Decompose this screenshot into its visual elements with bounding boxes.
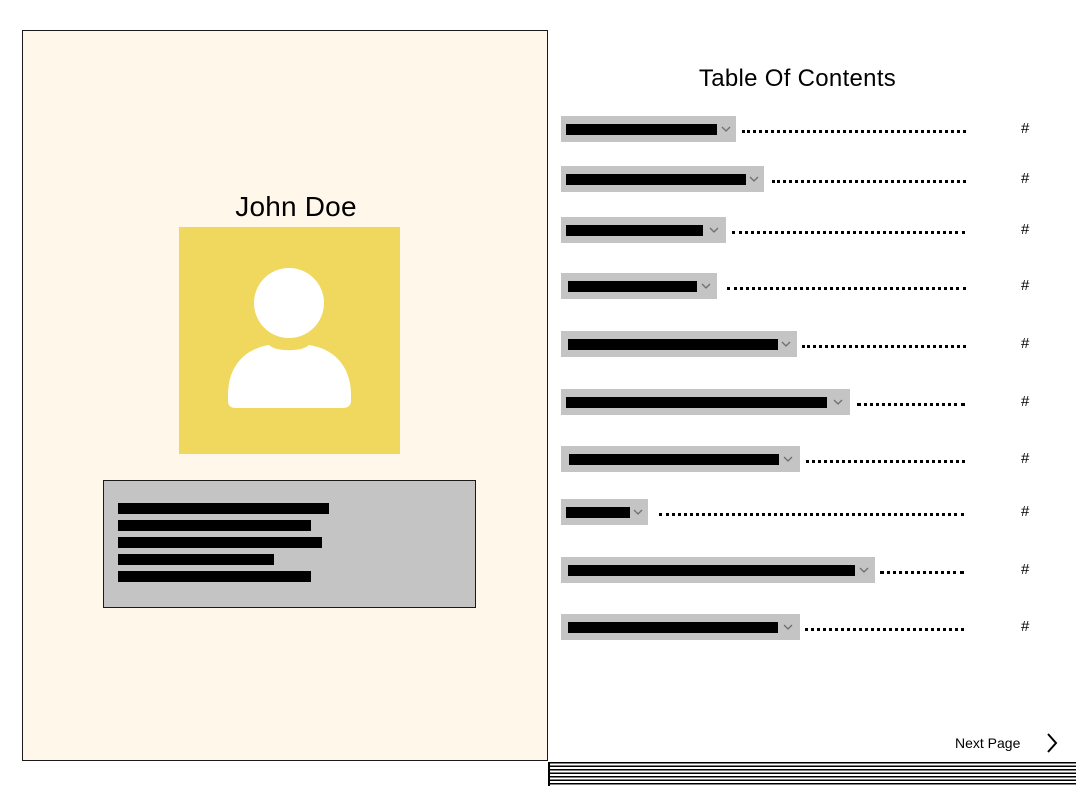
redacted-text-line <box>118 571 311 582</box>
toc-entry-dropdown[interactable] <box>561 116 736 142</box>
redacted-entry-title <box>566 225 703 236</box>
toc-leader-dots <box>857 403 965 406</box>
toc-page-number: # <box>1021 277 1030 294</box>
toc-page-number: # <box>1021 120 1030 137</box>
page-stack-edge <box>548 762 1076 786</box>
toc-leader-dots <box>727 287 966 290</box>
redacted-entry-title <box>568 622 778 633</box>
toc-leader-dots <box>806 460 965 463</box>
toc-page-number: # <box>1021 450 1030 467</box>
chevron-down-icon <box>783 624 793 630</box>
profile-name: John Doe <box>235 191 357 222</box>
chevron-down-icon <box>783 456 793 462</box>
toc-page-number: # <box>1021 170 1030 187</box>
chevron-down-icon <box>721 126 731 132</box>
redacted-entry-title <box>566 507 630 518</box>
toc-entry: # <box>561 331 1061 357</box>
redacted-text-line <box>118 537 322 548</box>
chevron-down-icon <box>859 567 869 573</box>
toc-entry-dropdown[interactable] <box>561 499 648 525</box>
toc-page-number: # <box>1021 221 1030 238</box>
avatar <box>179 227 400 454</box>
toc-entry-dropdown[interactable] <box>561 331 797 357</box>
redacted-text-line <box>118 503 329 514</box>
chevron-down-icon <box>749 176 759 182</box>
toc-page-number: # <box>1021 618 1030 635</box>
toc-entry-dropdown[interactable] <box>561 389 850 415</box>
redacted-entry-title <box>568 339 778 350</box>
toc-leader-dots <box>802 345 966 348</box>
toc-entry: # <box>561 217 1061 243</box>
redacted-text-line <box>118 554 274 565</box>
redacted-entry-title <box>566 174 746 185</box>
toc-page-number: # <box>1021 393 1030 410</box>
toc-entry-dropdown[interactable] <box>561 217 726 243</box>
bio-text-block <box>103 480 476 608</box>
chevron-down-icon <box>701 283 711 289</box>
toc-entry: # <box>561 116 1061 142</box>
toc-leader-dots <box>805 628 964 631</box>
next-page-label: Next Page <box>955 735 1021 751</box>
toc-entry: # <box>561 446 1061 472</box>
toc-entry-dropdown[interactable] <box>561 446 800 472</box>
redacted-text-line <box>118 520 311 531</box>
redacted-entry-title <box>566 397 827 408</box>
redacted-entry-title <box>569 454 779 465</box>
chevron-right-icon <box>1047 733 1058 753</box>
user-silhouette-icon <box>228 268 351 408</box>
toc-entry-dropdown[interactable] <box>561 614 800 640</box>
chevron-down-icon <box>781 341 791 347</box>
chevron-down-icon <box>833 399 843 405</box>
redacted-entry-title <box>568 281 697 292</box>
toc-title: Table Of Contents <box>698 65 897 92</box>
toc-page-number: # <box>1021 561 1030 578</box>
redacted-entry-title <box>568 565 855 576</box>
toc-page-number: # <box>1021 335 1030 352</box>
toc-page-number: # <box>1021 503 1030 520</box>
toc-entry: # <box>561 557 1061 583</box>
toc-entry: # <box>561 273 1061 299</box>
toc-entry: # <box>561 389 1061 415</box>
redacted-entry-title <box>566 124 717 135</box>
toc-leader-dots <box>742 130 966 133</box>
toc-leader-dots <box>659 513 964 516</box>
toc-entry: # <box>561 499 1061 525</box>
toc-leader-dots <box>772 180 966 183</box>
toc-entry-dropdown[interactable] <box>561 557 875 583</box>
profile-page: John Doe <box>22 30 548 761</box>
chevron-down-icon <box>709 227 719 233</box>
toc-entry-dropdown[interactable] <box>561 166 764 192</box>
toc-leader-dots <box>732 231 965 234</box>
chevron-down-icon <box>633 509 643 515</box>
toc-entry-dropdown[interactable] <box>561 273 717 299</box>
table-of-contents-page: Table Of Contents # # # # # # # # # # Ne… <box>549 0 1076 766</box>
toc-leader-dots <box>880 571 964 574</box>
toc-entry: # <box>561 614 1061 640</box>
toc-entry: # <box>561 166 1061 192</box>
